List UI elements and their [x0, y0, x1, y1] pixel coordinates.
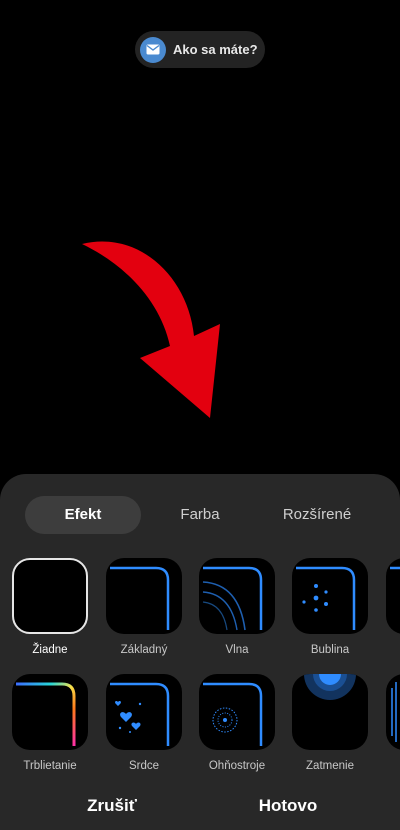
- effect-fireworks-preview: [199, 674, 275, 750]
- tab-rozsirene[interactable]: Rozšírené: [259, 496, 375, 534]
- cancel-button[interactable]: Zrušiť: [42, 796, 182, 816]
- effect-label: Zatmenie: [306, 760, 354, 772]
- effect-glitter-preview: [12, 674, 88, 750]
- tab-bar: Efekt Farba Rozšírené: [0, 496, 400, 536]
- effect-label: Trblietanie: [23, 760, 77, 772]
- effect-label: V: [374, 644, 400, 656]
- tab-efekt[interactable]: Efekt: [25, 496, 141, 534]
- notification-text: Ako sa máte?: [173, 42, 258, 57]
- tab-farba[interactable]: Farba: [142, 496, 258, 534]
- effect-label: Žiadne: [32, 644, 68, 656]
- effect-label: Základný: [120, 644, 168, 656]
- effect-heart-preview: [106, 674, 182, 750]
- effect-label: Srdce: [128, 760, 160, 772]
- effect-bubble-preview: [292, 558, 368, 634]
- effect-label: Ohňostroje: [208, 760, 266, 772]
- effect-label: Bublina: [310, 644, 350, 656]
- effect-eclipse-preview: [292, 674, 368, 750]
- effect-wave-preview: [199, 558, 275, 634]
- effect-partial-preview: [386, 558, 400, 634]
- done-button[interactable]: Hotovo: [218, 796, 358, 816]
- red-arrow-icon: [82, 241, 220, 418]
- effect-label: Vlna: [225, 644, 249, 656]
- mail-icon: [140, 36, 166, 63]
- effect-partial-2-preview: [386, 674, 400, 750]
- notification-pill[interactable]: Ako sa máte?: [135, 31, 265, 68]
- edge-effect-sheet: Efekt Farba Rozšírené Žiadne Základný Vl…: [0, 474, 400, 830]
- effect-none-preview: [12, 558, 88, 634]
- effect-basic-preview: [106, 558, 182, 634]
